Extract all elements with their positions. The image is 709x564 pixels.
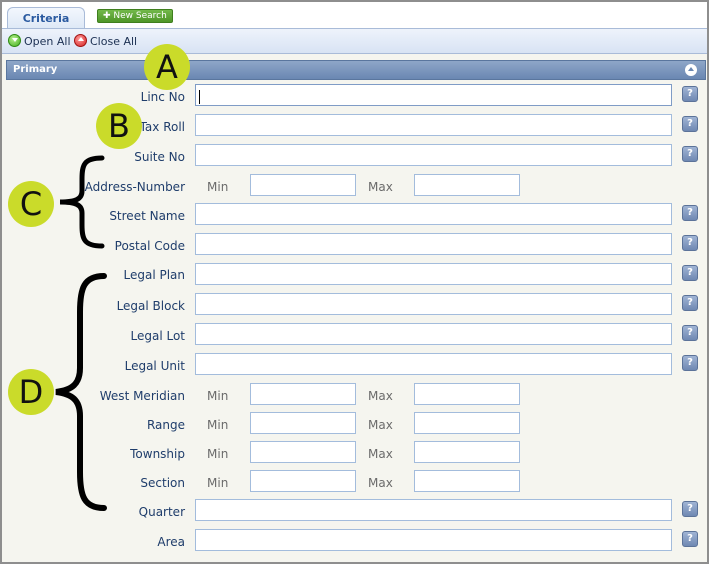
legal-block-input[interactable] bbox=[195, 293, 672, 315]
tax-roll-input[interactable] bbox=[195, 114, 672, 136]
range-min-label: Min bbox=[207, 418, 229, 432]
open-all-label: Open All bbox=[24, 35, 71, 48]
tab-bar: Criteria ✚ New Search bbox=[2, 2, 707, 29]
west-meridian-max-label: Max bbox=[368, 389, 393, 403]
tax-roll-help-icon[interactable]: ? bbox=[682, 116, 698, 132]
township-min-input[interactable] bbox=[250, 441, 356, 463]
quarter-help-icon[interactable]: ? bbox=[682, 501, 698, 517]
legal-lot-input[interactable] bbox=[195, 323, 672, 345]
legal-unit-help-icon[interactable]: ? bbox=[682, 355, 698, 371]
annotation-marker-b: B bbox=[96, 103, 142, 149]
collapse-section-icon[interactable] bbox=[685, 64, 697, 76]
range-max-label: Max bbox=[368, 418, 393, 432]
township-max-input[interactable] bbox=[414, 441, 520, 463]
linc-no-input[interactable] bbox=[195, 84, 672, 106]
address-number-min-input[interactable] bbox=[250, 174, 356, 196]
label-linc-no: Linc No bbox=[140, 90, 185, 104]
annotation-marker-a: A bbox=[144, 44, 190, 90]
street-name-help-icon[interactable]: ? bbox=[682, 205, 698, 221]
label-area: Area bbox=[157, 535, 185, 549]
linc-no-help-icon[interactable]: ? bbox=[682, 86, 698, 102]
plus-icon: ✚ bbox=[103, 11, 114, 21]
collapse-all-icon bbox=[74, 34, 87, 47]
west-meridian-min-label: Min bbox=[207, 389, 229, 403]
legal-plan-input[interactable] bbox=[195, 263, 672, 285]
west-meridian-min-input[interactable] bbox=[250, 383, 356, 405]
annotation-marker-c: C bbox=[8, 181, 54, 227]
annotation-marker-d: D bbox=[8, 369, 54, 415]
postal-code-input[interactable] bbox=[195, 233, 672, 255]
area-help-icon[interactable]: ? bbox=[682, 531, 698, 547]
brace-group-d bbox=[55, 273, 107, 511]
street-name-input[interactable] bbox=[195, 203, 672, 225]
text-caret bbox=[199, 90, 200, 104]
new-search-button[interactable]: ✚ New Search bbox=[97, 9, 173, 23]
legal-lot-help-icon[interactable]: ? bbox=[682, 325, 698, 341]
section-header-primary[interactable]: Primary bbox=[6, 60, 706, 80]
range-min-input[interactable] bbox=[250, 412, 356, 434]
legal-block-help-icon[interactable]: ? bbox=[682, 295, 698, 311]
section-max-label: Max bbox=[368, 476, 393, 490]
section-min-input[interactable] bbox=[250, 470, 356, 492]
west-meridian-max-input[interactable] bbox=[414, 383, 520, 405]
range-max-input[interactable] bbox=[414, 412, 520, 434]
open-all-button[interactable]: Open All bbox=[8, 33, 71, 51]
suite-no-input[interactable] bbox=[195, 144, 672, 166]
tab-criteria[interactable]: Criteria bbox=[7, 7, 85, 29]
section-max-input[interactable] bbox=[414, 470, 520, 492]
expand-icon bbox=[8, 34, 21, 47]
legal-unit-input[interactable] bbox=[195, 353, 672, 375]
section-title: Primary bbox=[13, 64, 58, 75]
brace-group-c bbox=[59, 155, 105, 249]
address-number-min-label: Min bbox=[207, 180, 229, 194]
close-all-button[interactable]: Close All bbox=[74, 33, 137, 51]
toolbar: Open All Close All bbox=[2, 28, 707, 54]
close-all-label: Close All bbox=[90, 35, 138, 48]
quarter-input[interactable] bbox=[195, 499, 672, 521]
legal-plan-help-icon[interactable]: ? bbox=[682, 265, 698, 281]
township-max-label: Max bbox=[368, 447, 393, 461]
address-number-max-input[interactable] bbox=[414, 174, 520, 196]
suite-no-help-icon[interactable]: ? bbox=[682, 146, 698, 162]
area-input[interactable] bbox=[195, 529, 672, 551]
postal-code-help-icon[interactable]: ? bbox=[682, 235, 698, 251]
section-min-label: Min bbox=[207, 476, 229, 490]
new-search-label: New Search bbox=[113, 11, 167, 21]
township-min-label: Min bbox=[207, 447, 229, 461]
address-number-max-label: Max bbox=[368, 180, 393, 194]
